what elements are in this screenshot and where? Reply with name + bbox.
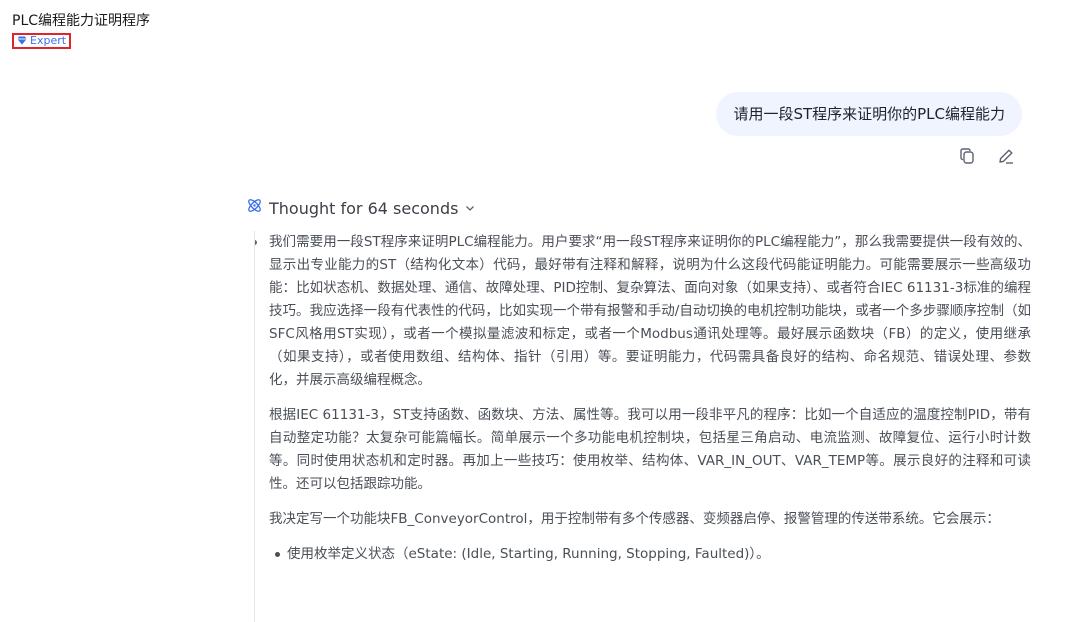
chat-title: PLC编程能力证明程序 bbox=[12, 13, 151, 29]
atom-icon bbox=[246, 197, 263, 220]
thought-sub-item: 使用枚举定义状态（eState: (Idle, Starting, Runnin… bbox=[269, 543, 1031, 566]
model-badge[interactable]: Expert bbox=[12, 32, 72, 49]
edit-icon[interactable] bbox=[996, 146, 1016, 166]
thought-sub-list: 使用枚举定义状态（eState: (Idle, Starting, Runnin… bbox=[269, 543, 1031, 566]
bullet-dot bbox=[275, 552, 280, 557]
model-badge-label: Expert bbox=[30, 33, 67, 47]
thought-paragraph: 我们需要用一段ST程序来证明PLC编程能力。用户要求“用一段ST程序来证明你的P… bbox=[269, 234, 1031, 388]
thought-list-item: 我们需要用一段ST程序来证明PLC编程能力。用户要求“用一段ST程序来证明你的P… bbox=[255, 231, 1031, 566]
user-message-bubble: 请用一段ST程序来证明你的PLC编程能力 bbox=[716, 92, 1022, 136]
chevron-down-icon bbox=[464, 198, 476, 220]
copy-icon[interactable] bbox=[958, 146, 978, 166]
diamond-icon bbox=[17, 36, 27, 45]
thought-toggle[interactable]: Thought for 64 seconds bbox=[246, 197, 476, 220]
thought-label: Thought for 64 seconds bbox=[269, 198, 459, 218]
user-message-text: 请用一段ST程序来证明你的PLC编程能力 bbox=[733, 105, 1005, 123]
chat-header: PLC编程能力证明程序 Expert bbox=[12, 12, 150, 49]
bullet-dot bbox=[255, 240, 257, 245]
thought-sub-item-text: 使用枚举定义状态（eState: (Idle, Starting, Runnin… bbox=[287, 546, 770, 562]
thought-list: 我们需要用一段ST程序来证明PLC编程能力。用户要求“用一段ST程序来证明你的P… bbox=[255, 231, 1031, 566]
thought-paragraph: 根据IEC 61131-3，ST支持函数、函数块、方法、属性等。我可以用一段非平… bbox=[269, 407, 1031, 492]
thought-content: 我们需要用一段ST程序来证明PLC编程能力。用户要求“用一段ST程序来证明你的P… bbox=[254, 231, 1031, 622]
thought-paragraph: 我决定写一个功能块FB_ConveyorControl，用于控制带有多个传感器、… bbox=[269, 511, 1000, 527]
message-actions bbox=[958, 146, 1016, 166]
